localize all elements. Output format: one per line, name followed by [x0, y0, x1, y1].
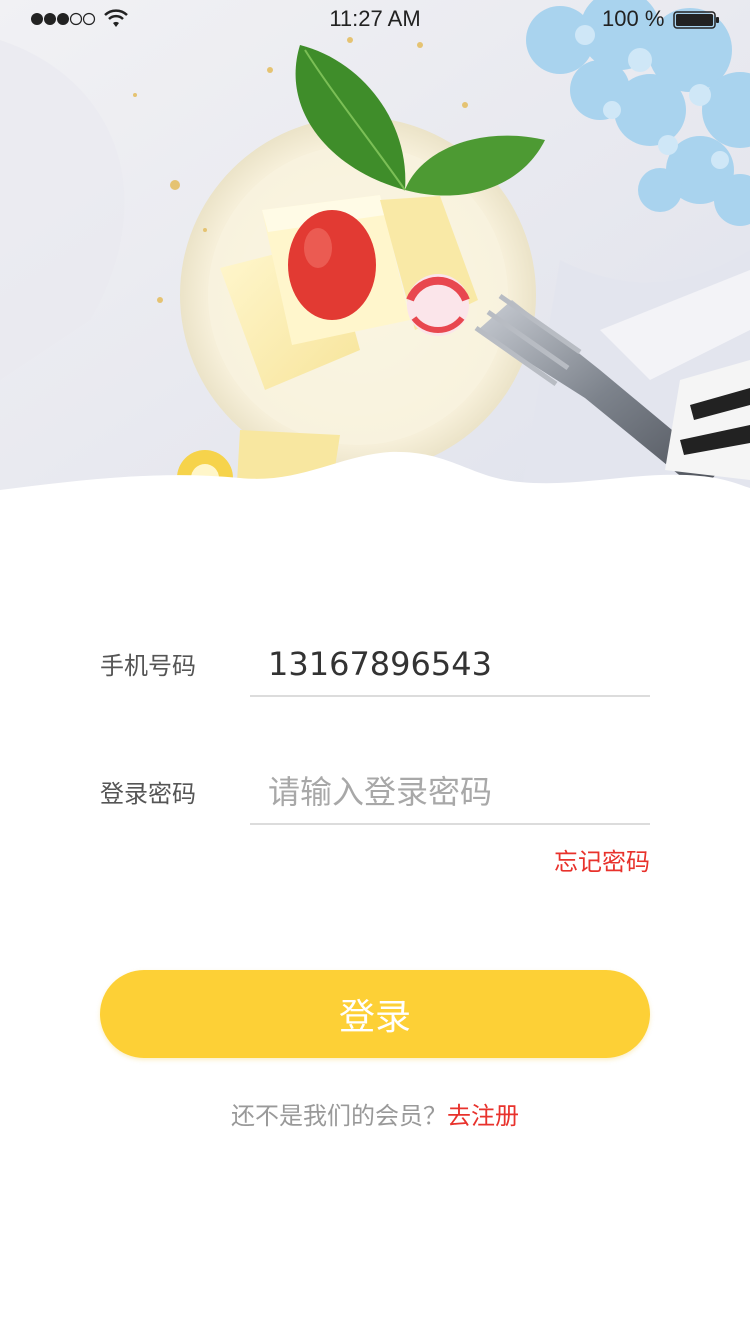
- phone-label: 手机号码: [100, 652, 196, 680]
- status-bar: 11:27 AM 100 %: [0, 0, 750, 40]
- password-label: 登录密码: [100, 780, 196, 808]
- forgot-password-link[interactable]: 忘记密码: [554, 842, 650, 877]
- dessert-photo: [0, 0, 750, 500]
- login-button[interactable]: 登录: [100, 970, 650, 1058]
- battery-percent: 100 %: [602, 6, 665, 31]
- password-field-container: [250, 753, 650, 825]
- register-prompt-text: 还不是我们的会员？: [231, 1102, 447, 1130]
- password-row: 登录密码: [100, 755, 650, 825]
- battery-icon: [673, 11, 719, 29]
- register-link[interactable]: 去注册: [447, 1102, 519, 1130]
- password-input[interactable]: [268, 767, 638, 817]
- phone-field-container: [250, 625, 650, 697]
- phone-input[interactable]: [268, 639, 638, 689]
- hero-image: [0, 0, 750, 500]
- phone-row: 手机号码: [100, 627, 650, 697]
- register-prompt: 还不是我们的会员？去注册: [0, 1096, 750, 1131]
